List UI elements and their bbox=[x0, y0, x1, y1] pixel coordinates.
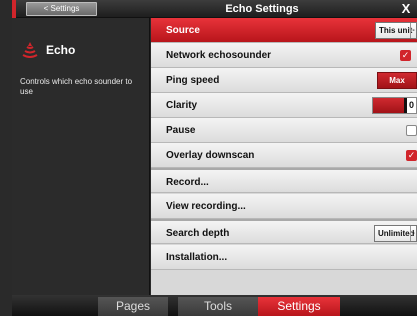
row-label: Overlay downscan bbox=[166, 150, 255, 161]
slider-value: 0 bbox=[408, 100, 414, 110]
dropdown-value: This unit bbox=[379, 26, 413, 35]
close-icon[interactable]: X bbox=[399, 1, 413, 17]
chevron-down-icon: - bbox=[410, 226, 416, 241]
network-echosounder-checkbox[interactable]: ✓ bbox=[400, 50, 411, 61]
pause-checkbox[interactable] bbox=[406, 125, 417, 136]
title-bar: < Settings Echo Settings X bbox=[12, 0, 417, 18]
row-network-echosounder[interactable]: Network echosounder ✓ bbox=[151, 43, 417, 68]
row-source[interactable]: Source This unit - bbox=[151, 18, 417, 43]
row-clarity[interactable]: Clarity 0 bbox=[151, 93, 417, 118]
echo-sonar-icon bbox=[22, 42, 38, 58]
row-label: Ping speed bbox=[166, 75, 220, 86]
row-search-depth[interactable]: Search depth Unlimited - bbox=[151, 219, 417, 244]
clarity-slider[interactable]: 0 bbox=[372, 97, 417, 114]
tab-pages[interactable]: Pages bbox=[98, 297, 168, 316]
chevron-down-icon: - bbox=[410, 23, 416, 38]
dialog-title: Echo Settings bbox=[225, 3, 299, 15]
back-settings-button[interactable]: < Settings bbox=[26, 2, 97, 16]
left-info-panel: Echo Controls which echo sounder to use bbox=[12, 18, 150, 295]
tab-settings[interactable]: Settings bbox=[258, 297, 340, 316]
panel-description: Controls which echo sounder to use bbox=[20, 77, 133, 96]
row-label: View recording... bbox=[166, 201, 246, 212]
row-label: Source bbox=[166, 25, 200, 36]
source-dropdown[interactable]: This unit - bbox=[375, 22, 417, 39]
row-label: Clarity bbox=[166, 100, 198, 111]
row-label: Network echosounder bbox=[166, 50, 272, 61]
overlay-downscan-checkbox[interactable]: ✓ bbox=[406, 150, 417, 161]
search-depth-dropdown[interactable]: Unlimited - bbox=[374, 225, 417, 242]
row-view-recording[interactable]: View recording... bbox=[151, 194, 417, 219]
title-accent-bar bbox=[12, 0, 16, 18]
row-overlay-downscan[interactable]: Overlay downscan ✓ bbox=[151, 143, 417, 168]
row-pause[interactable]: Pause bbox=[151, 118, 417, 143]
bottom-tab-bar: Pages Tools Settings bbox=[12, 295, 417, 316]
slider-fill bbox=[373, 98, 407, 113]
settings-list: Source This unit - Network echosounder ✓… bbox=[151, 18, 417, 295]
row-ping-speed[interactable]: Ping speed Max bbox=[151, 68, 417, 93]
row-label: Record... bbox=[166, 177, 209, 188]
tab-tools[interactable]: Tools bbox=[178, 297, 258, 316]
ping-speed-button[interactable]: Max bbox=[377, 72, 417, 89]
row-label: Pause bbox=[166, 125, 196, 136]
row-label: Search depth bbox=[166, 228, 230, 239]
panel-heading-label: Echo bbox=[46, 43, 76, 57]
row-record[interactable]: Record... bbox=[151, 168, 417, 193]
dropdown-value: Unlimited bbox=[378, 229, 415, 238]
row-label: Installation... bbox=[166, 252, 228, 263]
row-installation[interactable]: Installation... bbox=[151, 245, 417, 270]
